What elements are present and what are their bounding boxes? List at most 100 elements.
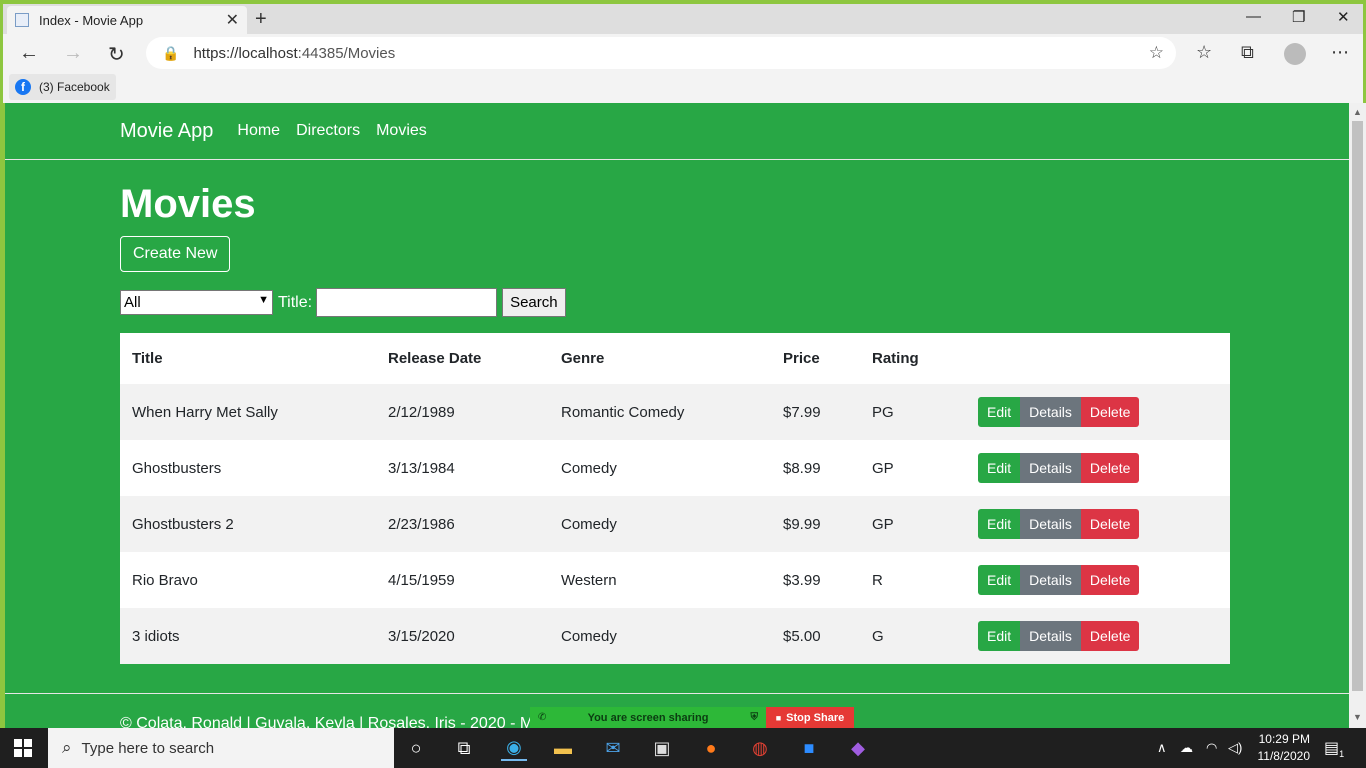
cell-actions: Edit Details Delete <box>966 384 1230 440</box>
details-button[interactable]: Details <box>1020 509 1081 539</box>
nav-movies[interactable]: Movies <box>376 122 427 140</box>
scroll-down-icon[interactable]: ▼ <box>1353 712 1362 722</box>
lock-icon: 🔒 <box>162 44 180 61</box>
visual-studio-icon[interactable]: ◆ <box>845 735 871 761</box>
details-button[interactable]: Details <box>1020 397 1081 427</box>
back-arrow-icon[interactable]: ← <box>19 42 39 65</box>
scrollbar-thumb[interactable] <box>1352 121 1363 691</box>
minimize-button[interactable]: — <box>1246 8 1261 25</box>
tab-title: Index - Movie App <box>39 12 144 28</box>
details-button[interactable]: Details <box>1020 621 1081 651</box>
browser-toolbar: ← → ↻ 🔒 https://localhost:44385/Movies ☆… <box>3 34 1363 74</box>
windows-start-icon[interactable] <box>14 739 32 757</box>
cell-rating: R <box>860 552 966 608</box>
system-clock[interactable]: 10:29 PM 11/8/2020 <box>1250 731 1311 765</box>
clock-date: 11/8/2020 <box>1257 749 1311 763</box>
edit-button[interactable]: Edit <box>978 453 1021 483</box>
table-row: Rio Bravo 4/15/1959 Western $3.99 R Edit… <box>120 552 1230 608</box>
star-icon[interactable]: ☆ <box>1149 43 1164 63</box>
file-explorer-icon[interactable]: ▬ <box>550 735 576 761</box>
profile-avatar[interactable] <box>1284 43 1306 65</box>
cell-title: Ghostbusters <box>120 440 376 496</box>
delete-button[interactable]: Delete <box>1080 509 1140 539</box>
delete-button[interactable]: Delete <box>1080 621 1140 651</box>
edit-button[interactable]: Edit <box>978 621 1021 651</box>
movies-table: Title Release Date Genre Price Rating Wh… <box>120 333 1230 664</box>
address-bar[interactable]: 🔒 https://localhost:44385/Movies ☆ <box>146 37 1176 69</box>
page-scrollbar[interactable]: ▲ ▼ <box>1349 103 1366 728</box>
cell-genre: Western <box>549 552 771 608</box>
chevron-down-icon: ▼ <box>258 294 269 306</box>
shield-icon: ⛨ <box>750 712 759 723</box>
edit-button[interactable]: Edit <box>978 509 1021 539</box>
collections-icon[interactable]: ⧉ <box>1241 42 1254 63</box>
store-icon[interactable]: ▣ <box>649 735 675 761</box>
cell-release-date: 4/15/1959 <box>376 552 549 608</box>
mail-icon[interactable]: ✉ <box>600 735 626 761</box>
favorites-icon[interactable]: ☆ <box>1196 42 1212 63</box>
cell-release-date: 3/15/2020 <box>376 608 549 664</box>
wifi-icon[interactable]: ◠ <box>1206 740 1217 756</box>
table-row: 3 idiots 3/15/2020 Comedy $5.00 G Edit D… <box>120 608 1230 664</box>
task-view-icon[interactable]: ⧉ <box>451 735 477 761</box>
zoom-icon[interactable]: ■ <box>796 735 822 761</box>
cell-title: Rio Bravo <box>120 552 376 608</box>
table-row: Ghostbusters 2 2/23/1986 Comedy $9.99 GP… <box>120 496 1230 552</box>
nav-directors[interactable]: Directors <box>296 122 360 140</box>
new-tab-button[interactable]: + <box>255 8 267 31</box>
edge-icon[interactable]: ◉ <box>501 735 527 761</box>
url-path: :44385/Movies <box>297 44 396 62</box>
notification-icon[interactable]: ▤1 <box>1324 738 1344 759</box>
title-label: Title: <box>278 293 313 311</box>
close-tab-icon[interactable]: ✕ <box>226 10 239 30</box>
scroll-up-icon[interactable]: ▲ <box>1353 107 1362 117</box>
cell-rating: GP <box>860 440 966 496</box>
favorite-facebook[interactable]: f (3) Facebook <box>9 74 116 100</box>
volume-icon[interactable]: ◁) <box>1228 740 1242 756</box>
taskbar-search[interactable]: ⌕ Type here to search <box>48 728 394 768</box>
cell-actions: Edit Details Delete <box>966 440 1230 496</box>
nav-home[interactable]: Home <box>237 122 280 140</box>
forward-arrow-icon[interactable]: → <box>63 42 83 65</box>
refresh-icon[interactable]: ↻ <box>108 42 125 67</box>
delete-button[interactable]: Delete <box>1080 453 1140 483</box>
search-button[interactable]: Search <box>502 288 566 317</box>
header-actions <box>966 333 1230 384</box>
cell-title: When Harry Met Sally <box>120 384 376 440</box>
chrome-icon[interactable]: ◍ <box>747 735 773 761</box>
firefox-icon[interactable]: ● <box>698 735 724 761</box>
details-button[interactable]: Details <box>1020 453 1081 483</box>
maximize-button[interactable]: ❐ <box>1292 8 1305 26</box>
stop-share-button[interactable]: ■ Stop Share <box>766 707 854 728</box>
more-menu-icon[interactable]: ⋯ <box>1331 42 1349 63</box>
genre-select[interactable]: All ▼ <box>120 290 273 315</box>
cell-actions: Edit Details Delete <box>966 608 1230 664</box>
create-new-button[interactable]: Create New <box>120 236 231 272</box>
edit-button[interactable]: Edit <box>978 397 1021 427</box>
cell-release-date: 2/23/1986 <box>376 496 549 552</box>
brand-link[interactable]: Movie App <box>120 120 213 143</box>
cell-price: $3.99 <box>771 552 860 608</box>
table-row: Ghostbusters 3/13/1984 Comedy $8.99 GP E… <box>120 440 1230 496</box>
cell-rating: GP <box>860 496 966 552</box>
cell-genre: Comedy <box>549 496 771 552</box>
edit-button[interactable]: Edit <box>978 565 1021 595</box>
chevron-up-icon[interactable]: ∧ <box>1157 740 1167 756</box>
cell-title: 3 idiots <box>120 608 376 664</box>
onedrive-icon[interactable]: ☁ <box>1180 740 1193 756</box>
details-button[interactable]: Details <box>1020 565 1081 595</box>
close-window-button[interactable]: ✕ <box>1337 8 1350 26</box>
browser-tab[interactable]: Index - Movie App ✕ <box>7 6 247 34</box>
cell-genre: Romantic Comedy <box>549 384 771 440</box>
delete-button[interactable]: Delete <box>1080 565 1140 595</box>
cell-price: $7.99 <box>771 384 860 440</box>
notification-count: 1 <box>1339 749 1345 760</box>
delete-button[interactable]: Delete <box>1080 397 1140 427</box>
share-message-text: You are screen sharing <box>587 711 709 724</box>
header-price: Price <box>783 350 820 367</box>
title-search-input[interactable] <box>316 288 498 317</box>
cell-actions: Edit Details Delete <box>966 552 1230 608</box>
cortana-icon[interactable]: ○ <box>403 735 429 761</box>
share-message: ✆ You are screen sharing ⛨ <box>530 707 766 728</box>
favorite-label: (3) Facebook <box>39 80 110 94</box>
